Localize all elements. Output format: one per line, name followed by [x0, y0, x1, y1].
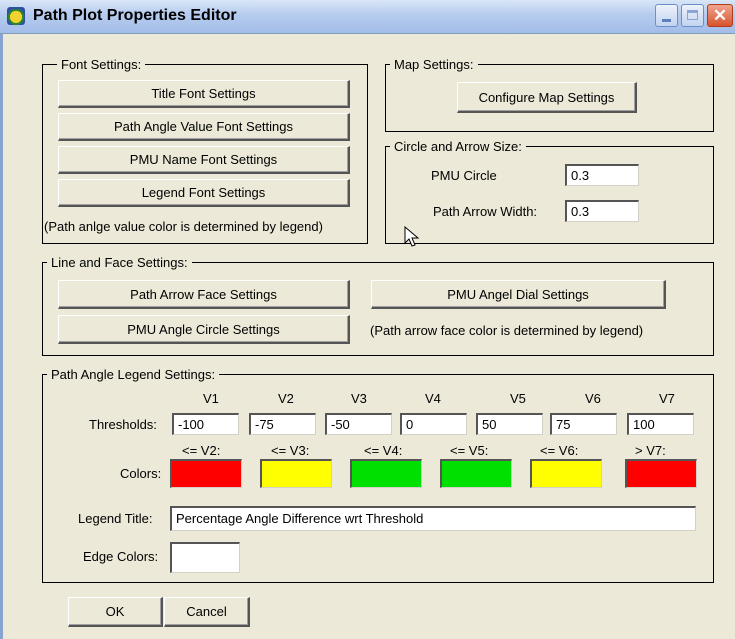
threshold-v1-input[interactable]: -100 [172, 413, 239, 435]
close-button[interactable]: ✕ [707, 4, 733, 27]
threshold-v7-input[interactable]: 100 [627, 413, 694, 435]
legend-settings-title: Path Angle Legend Settings: [47, 367, 220, 382]
header-v3: V3 [351, 391, 367, 406]
minimize-button[interactable] [655, 4, 678, 27]
threshold-v6-input[interactable]: 75 [550, 413, 617, 435]
color-swatch-3[interactable] [350, 459, 422, 488]
color-header-3: <= V4: [364, 443, 403, 458]
title-bar[interactable]: Path Plot Properties Editor ✕ [0, 0, 735, 34]
window-title: Path Plot Properties Editor [33, 7, 237, 24]
color-header-4: <= V5: [450, 443, 489, 458]
header-v4: V4 [425, 391, 441, 406]
path-arrow-width-input[interactable]: 0.3 [565, 200, 639, 222]
map-settings-title: Map Settings: [390, 57, 478, 72]
font-settings-note: (Path anlge value color is determined by… [44, 219, 323, 234]
title-font-settings-button[interactable]: Title Font Settings [58, 80, 350, 108]
legend-title-label: Legend Title: [78, 511, 153, 526]
configure-map-settings-button[interactable]: Configure Map Settings [457, 82, 637, 113]
color-header-1: <= V2: [182, 443, 221, 458]
minimize-icon [662, 19, 671, 22]
colors-label: Colors: [120, 466, 162, 481]
edge-color-swatch[interactable] [170, 542, 240, 573]
maximize-button[interactable] [681, 4, 704, 27]
line-face-note: (Path arrow face color is determined by … [370, 323, 644, 338]
dialog-window: Path Plot Properties Editor ✕ Font Setti… [0, 0, 735, 639]
threshold-v2-input[interactable]: -75 [249, 413, 316, 435]
color-swatch-6[interactable] [625, 459, 697, 488]
threshold-v3-input[interactable]: -50 [325, 413, 392, 435]
header-v7: V7 [659, 391, 675, 406]
pmu-circle-label: PMU Circle [431, 168, 497, 183]
pmu-name-font-settings-button[interactable]: PMU Name Font Settings [58, 146, 350, 174]
line-face-settings-title: Line and Face Settings: [47, 255, 192, 270]
legend-title-input[interactable]: Percentage Angle Difference wrt Threshol… [170, 506, 696, 531]
window-border [0, 34, 3, 639]
pmu-circle-input[interactable]: 0.3 [565, 164, 639, 186]
path-angle-value-font-settings-button[interactable]: Path Angle Value Font Settings [58, 113, 350, 141]
threshold-v5-input[interactable]: 50 [476, 413, 543, 435]
color-swatch-2[interactable] [260, 459, 332, 488]
edge-colors-label: Edge Colors: [83, 549, 159, 564]
maximize-icon [687, 10, 698, 20]
path-arrow-face-settings-button[interactable]: Path Arrow Face Settings [58, 280, 350, 309]
close-icon: ✕ [712, 6, 728, 25]
threshold-v4-input[interactable]: 0 [400, 413, 467, 435]
ok-button[interactable]: OK [68, 597, 163, 627]
circle-arrow-size-group: Circle and Arrow Size: [385, 139, 714, 244]
path-arrow-width-label: Path Arrow Width: [433, 204, 538, 219]
header-v1: V1 [203, 391, 219, 406]
header-v2: V2 [278, 391, 294, 406]
mouse-pointer-icon [404, 226, 420, 247]
pmu-angel-dial-settings-button[interactable]: PMU Angel Dial Settings [371, 280, 666, 309]
circle-arrow-size-title: Circle and Arrow Size: [390, 139, 526, 154]
font-settings-title: Font Settings: [57, 57, 146, 72]
pmu-angle-circle-settings-button[interactable]: PMU Angle Circle Settings [58, 315, 350, 344]
color-header-2: <= V3: [271, 443, 310, 458]
legend-font-settings-button[interactable]: Legend Font Settings [58, 179, 350, 207]
color-swatch-5[interactable] [530, 459, 602, 488]
color-swatch-4[interactable] [440, 459, 512, 488]
header-v6: V6 [585, 391, 601, 406]
header-v5: V5 [510, 391, 526, 406]
thresholds-label: Thresholds: [89, 417, 157, 432]
color-header-5: <= V6: [540, 443, 579, 458]
color-swatch-1[interactable] [170, 459, 242, 488]
cancel-button[interactable]: Cancel [164, 597, 250, 627]
color-header-6: > V7: [635, 443, 666, 458]
app-icon [7, 7, 25, 25]
